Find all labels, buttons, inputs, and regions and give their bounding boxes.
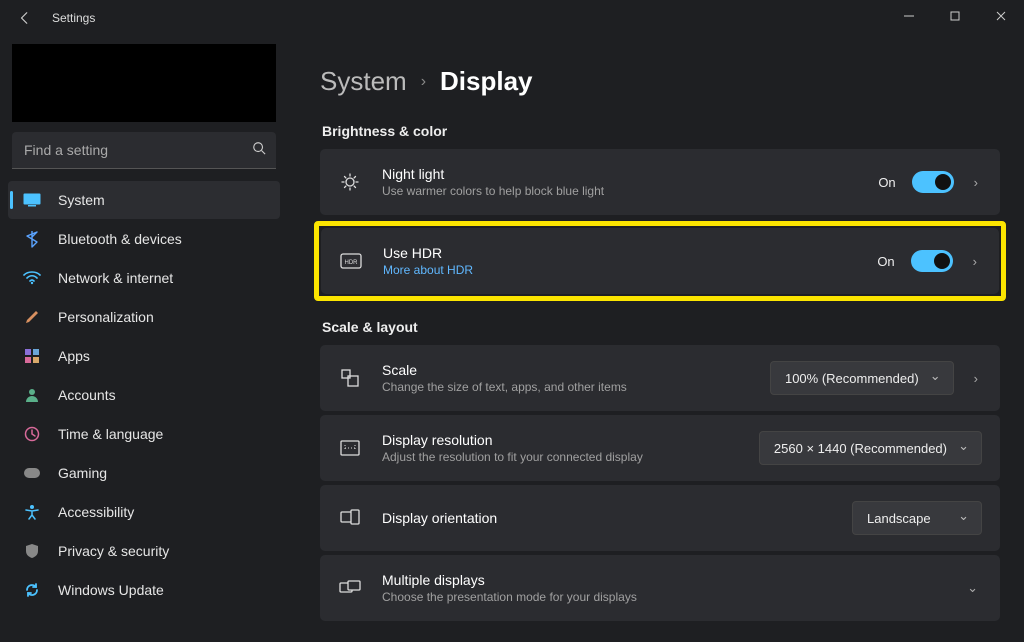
sidebar-item-label: Bluetooth & devices: [58, 231, 182, 247]
search-input[interactable]: [12, 132, 276, 168]
sidebar-item-label: Apps: [58, 348, 90, 364]
night-light-title: Night light: [382, 166, 878, 182]
nav: System Bluetooth & devices Network & int…: [8, 181, 280, 609]
hdr-highlight: HDR Use HDR More about HDR On ›: [314, 221, 1006, 301]
sidebar-item-label: Accessibility: [58, 504, 134, 520]
minimize-button[interactable]: [886, 0, 932, 32]
resolution-icon: [336, 440, 364, 456]
scale-sub: Change the size of text, apps, and other…: [382, 380, 770, 394]
multiple-sub: Choose the presentation mode for your di…: [382, 590, 963, 604]
scale-title: Scale: [382, 362, 770, 378]
sidebar: System Bluetooth & devices Network & int…: [0, 36, 290, 642]
sidebar-item-label: Gaming: [58, 465, 107, 481]
card-orientation[interactable]: Display orientation Landscape: [320, 485, 1000, 551]
card-use-hdr[interactable]: HDR Use HDR More about HDR On ›: [321, 228, 999, 294]
sidebar-item-label: Time & language: [58, 426, 163, 442]
window-controls: [886, 0, 1024, 32]
resolution-title: Display resolution: [382, 432, 759, 448]
hdr-toggle[interactable]: [911, 250, 953, 272]
sidebar-item-network[interactable]: Network & internet: [8, 259, 280, 297]
orientation-icon: [336, 509, 364, 527]
window-title: Settings: [52, 11, 95, 25]
section-scale-title: Scale & layout: [322, 319, 1000, 335]
sidebar-item-system[interactable]: System: [8, 181, 280, 219]
chevron-right-icon[interactable]: ›: [970, 175, 982, 190]
orientation-title: Display orientation: [382, 510, 852, 526]
card-night-light[interactable]: Night light Use warmer colors to help bl…: [320, 149, 1000, 215]
scale-value: 100% (Recommended): [785, 371, 919, 386]
sidebar-item-label: Privacy & security: [58, 543, 169, 559]
maximize-button[interactable]: [932, 0, 978, 32]
chevron-right-icon[interactable]: ›: [969, 254, 981, 269]
card-multiple-displays[interactable]: Multiple displays Choose the presentatio…: [320, 555, 1000, 621]
close-button[interactable]: [978, 0, 1024, 32]
sidebar-item-bluetooth[interactable]: Bluetooth & devices: [8, 220, 280, 258]
night-light-sub: Use warmer colors to help block blue lig…: [382, 184, 878, 198]
sidebar-item-update[interactable]: Windows Update: [8, 571, 280, 609]
sidebar-item-label: System: [58, 192, 105, 208]
resolution-value: 2560 × 1440 (Recommended): [774, 441, 947, 456]
sidebar-item-accounts[interactable]: Accounts: [8, 376, 280, 414]
clock-icon: [22, 424, 42, 444]
apps-icon: [22, 346, 42, 366]
sidebar-item-privacy[interactable]: Privacy & security: [8, 532, 280, 570]
chevron-right-icon: ›: [421, 73, 426, 91]
paintbrush-icon: [22, 307, 42, 327]
card-scale[interactable]: Scale Change the size of text, apps, and…: [320, 345, 1000, 411]
hdr-link[interactable]: More about HDR: [383, 263, 877, 277]
night-light-state: On: [878, 175, 895, 190]
sidebar-item-label: Network & internet: [58, 270, 173, 286]
multiple-title: Multiple displays: [382, 572, 963, 588]
wifi-icon: [22, 268, 42, 288]
orientation-value: Landscape: [867, 511, 931, 526]
sidebar-item-time[interactable]: Time & language: [8, 415, 280, 453]
accessibility-icon: [22, 502, 42, 522]
sidebar-item-gaming[interactable]: Gaming: [8, 454, 280, 492]
search-wrap: [12, 132, 276, 169]
main-content: System › Display Brightness & color Nigh…: [290, 36, 1024, 642]
bluetooth-icon: [22, 229, 42, 249]
hdr-title: Use HDR: [383, 245, 877, 261]
shield-icon: [22, 541, 42, 561]
breadcrumb: System › Display: [320, 66, 1000, 97]
back-button[interactable]: [8, 1, 42, 35]
sidebar-item-label: Accounts: [58, 387, 116, 403]
svg-text:HDR: HDR: [345, 260, 359, 266]
page-title: Display: [440, 66, 533, 97]
card-resolution[interactable]: Display resolution Adjust the resolution…: [320, 415, 1000, 481]
sidebar-item-accessibility[interactable]: Accessibility: [8, 493, 280, 531]
chevron-down-icon[interactable]: ⌄: [963, 580, 982, 596]
resolution-select[interactable]: 2560 × 1440 (Recommended): [759, 431, 982, 465]
person-icon: [22, 385, 42, 405]
hdr-state: On: [877, 254, 894, 269]
sidebar-item-apps[interactable]: Apps: [8, 337, 280, 375]
system-icon: [22, 190, 42, 210]
multiple-displays-icon: [336, 580, 364, 596]
section-brightness-title: Brightness & color: [322, 123, 1000, 139]
search-icon: [252, 141, 266, 155]
chevron-right-icon[interactable]: ›: [970, 371, 982, 386]
breadcrumb-parent[interactable]: System: [320, 66, 407, 97]
sidebar-item-personalization[interactable]: Personalization: [8, 298, 280, 336]
hdr-icon: HDR: [337, 253, 365, 269]
scale-icon: [336, 368, 364, 388]
sidebar-item-label: Windows Update: [58, 582, 164, 598]
night-light-toggle[interactable]: [912, 171, 954, 193]
sun-icon: [336, 172, 364, 192]
sidebar-item-label: Personalization: [58, 309, 154, 325]
resolution-sub: Adjust the resolution to fit your connec…: [382, 450, 759, 464]
orientation-select[interactable]: Landscape: [852, 501, 982, 535]
profile-block: [12, 44, 276, 122]
update-icon: [22, 580, 42, 600]
scale-select[interactable]: 100% (Recommended): [770, 361, 954, 395]
gamepad-icon: [22, 463, 42, 483]
